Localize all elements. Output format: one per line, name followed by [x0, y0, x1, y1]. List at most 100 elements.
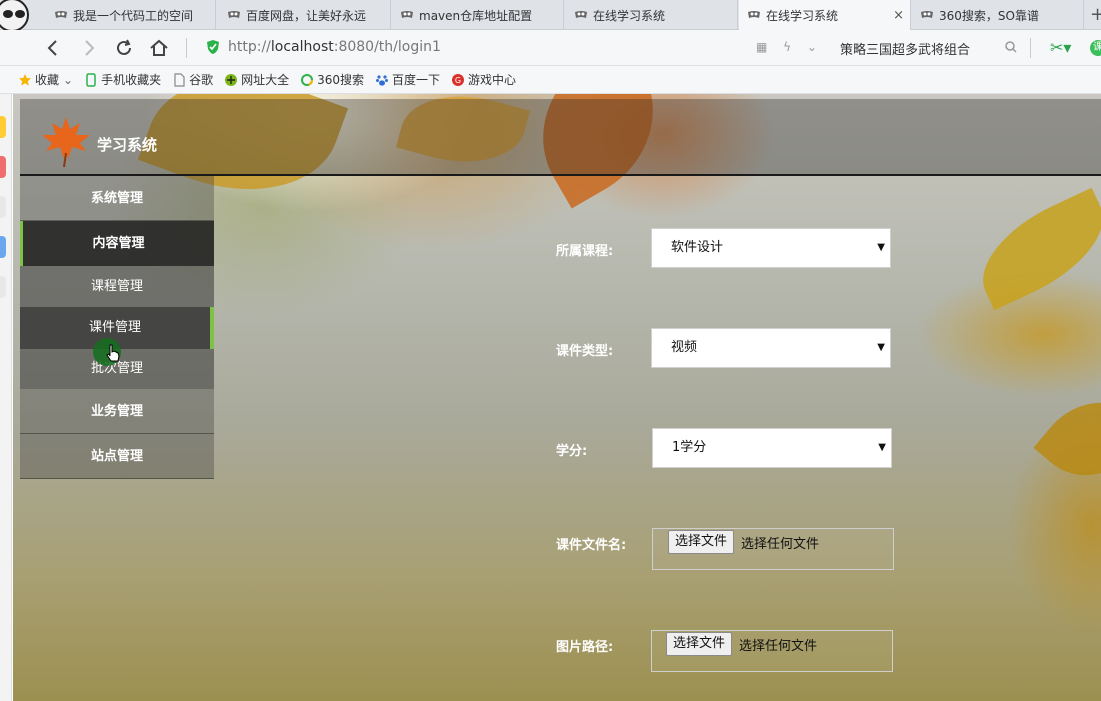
side-strip-chip[interactable] — [0, 116, 6, 138]
credit-label: 学分: — [556, 444, 588, 459]
courseware-file-input: 选择文件 选择任何文件 — [652, 528, 894, 570]
forward-icon[interactable] — [78, 37, 100, 59]
paw-icon — [376, 74, 389, 86]
choose-file-button[interactable]: 选择文件 — [666, 632, 733, 656]
tab-label: 在线学习系统 — [593, 8, 666, 23]
search-input[interactable]: 策略三国超多武将组合 — [840, 39, 970, 58]
menu-label: 系统管理 — [90, 191, 143, 206]
browser-side-strip — [0, 94, 12, 701]
mask-icon — [228, 11, 240, 18]
browser-tab-bar: 我是一个代码工的空间 百度网盘，让美好永远 maven仓库地址配置 在线学习系统… — [0, 0, 1101, 30]
course-select-value: 软件设计 — [671, 240, 724, 255]
bookmarks-bar: 收藏 ⌄ 手机收藏夹 谷歌 网址大全 360搜索 百度一下 G 游戏中心 — [0, 66, 1101, 94]
credit-select[interactable]: 1学分 ▼ — [652, 428, 892, 468]
bookmark-label: 游戏中心 — [468, 73, 517, 87]
image-path-label: 图片路径: — [556, 640, 614, 655]
bookmark-label: 手机收藏夹 — [101, 73, 162, 87]
menu-content-management[interactable]: 内容管理 — [20, 221, 214, 266]
side-strip-chip[interactable] — [0, 236, 6, 258]
bookmark-mobile[interactable]: 手机收藏夹 — [84, 71, 161, 88]
maple-leaf-icon — [42, 117, 90, 168]
tab-6[interactable]: 360搜索，SO靠谱 — [912, 0, 1084, 30]
extension-badge[interactable]: 课 — [1090, 40, 1101, 56]
side-strip-chip[interactable] — [0, 196, 6, 218]
dropdown-arrow-icon: ▼ — [878, 442, 886, 453]
course-select[interactable]: 软件设计 ▼ — [651, 228, 891, 268]
new-tab-icon[interactable]: + — [1090, 4, 1101, 25]
bookmark-game-center[interactable]: G 游戏中心 — [451, 71, 516, 88]
menu-site-management[interactable]: 站点管理 — [20, 434, 214, 479]
bookmark-favorites[interactable]: 收藏 ⌄ — [18, 71, 73, 88]
menu-label: 内容管理 — [92, 236, 145, 251]
tab-label: 在线学习系统 — [766, 8, 839, 23]
url-field[interactable]: http://localhost:8080/th/login1 — [228, 39, 441, 55]
page-icon — [174, 72, 185, 87]
mask-icon — [921, 11, 933, 18]
mask-icon — [55, 11, 67, 18]
browser-logo-icon[interactable] — [0, 0, 34, 30]
tab-5-active[interactable]: 在线学习系统 × — [739, 0, 911, 30]
divider — [1030, 38, 1031, 58]
side-strip-chip[interactable] — [0, 156, 6, 178]
side-strip-chip[interactable] — [0, 276, 6, 298]
bookmark-label: 360搜索 — [317, 73, 365, 87]
bookmark-label: 网址大全 — [241, 73, 290, 87]
shield-icon — [207, 40, 219, 54]
menu-system-management[interactable]: 系统管理 — [20, 176, 214, 221]
close-icon[interactable]: × — [893, 8, 904, 23]
reload-icon[interactable] — [113, 37, 135, 59]
mask-icon — [575, 11, 587, 18]
file-status-text: 选择任何文件 — [741, 537, 820, 552]
course-label: 所属课程: — [556, 244, 614, 259]
tab-label: 360搜索，SO靠谱 — [939, 8, 1039, 23]
bookmark-google[interactable]: 谷歌 — [172, 71, 213, 88]
menu-label: 课程管理 — [90, 279, 143, 294]
scissors-icon[interactable]: ✂▾ — [1050, 38, 1071, 57]
choose-file-button[interactable]: 选择文件 — [668, 530, 735, 554]
menu-label: 业务管理 — [90, 404, 143, 419]
dropdown-arrow-icon: ▼ — [877, 242, 885, 253]
game-icon: G — [452, 73, 465, 86]
courseware-filename-label: 课件文件名: — [556, 538, 627, 553]
app-header: 学习系统 — [20, 99, 1101, 176]
tab-label: maven仓库地址配置 — [419, 8, 533, 23]
search-icon[interactable] — [1004, 39, 1018, 55]
tab-1[interactable]: 我是一个代码工的空间 — [46, 0, 216, 30]
app-title: 学习系统 — [97, 136, 158, 154]
back-icon[interactable] — [42, 37, 64, 59]
divider — [186, 38, 187, 58]
bookmark-label: 收藏 — [35, 73, 60, 87]
phone-icon — [86, 72, 96, 87]
credit-select-value: 1学分 — [672, 440, 707, 455]
mask-icon — [748, 11, 760, 18]
home-icon[interactable] — [148, 37, 170, 59]
bookmark-360-search[interactable]: 360搜索 — [300, 71, 364, 88]
tab-3[interactable]: maven仓库地址配置 — [392, 0, 564, 30]
bookmark-site-directory[interactable]: 网址大全 — [224, 71, 289, 88]
bookmark-baidu[interactable]: 百度一下 — [375, 71, 440, 88]
file-status-text: 选择任何文件 — [739, 639, 818, 654]
type-select-value: 视频 — [671, 340, 698, 355]
search360-icon — [301, 73, 314, 86]
tab-label: 百度网盘，让美好永远 — [246, 8, 367, 23]
globe-icon — [225, 73, 238, 86]
dropdown-arrow-icon: ▼ — [877, 342, 885, 353]
tab-4[interactable]: 在线学习系统 — [566, 0, 738, 30]
courseware-type-select[interactable]: 视频 ▼ — [651, 328, 891, 368]
mask-icon — [401, 11, 413, 18]
tab-label: 我是一个代码工的空间 — [73, 8, 194, 23]
url-prefix: http:// — [228, 39, 271, 55]
menu-business-management[interactable]: 业务管理 — [20, 389, 214, 434]
courseware-type-label: 课件类型: — [556, 344, 614, 359]
url-path: :8080/th/login1 — [333, 39, 441, 55]
image-file-input: 选择文件 选择任何文件 — [651, 630, 893, 672]
tab-2[interactable]: 百度网盘，让美好永远 — [219, 0, 391, 30]
address-tools-icons[interactable]: ▦ ϟ ⌄ — [756, 40, 823, 54]
submenu-course-management[interactable]: 课程管理 — [20, 266, 214, 307]
sidebar-menu: 系统管理 内容管理 课程管理 课件管理 批次管理 业务管理 站点管理 — [20, 176, 214, 701]
address-bar: http://localhost:8080/th/login1 ▦ ϟ ⌄ 策略… — [0, 30, 1101, 66]
leaf-decoration — [964, 187, 1101, 311]
star-icon — [19, 73, 31, 86]
menu-label: 站点管理 — [90, 449, 143, 464]
bookmark-label: 百度一下 — [392, 73, 441, 87]
